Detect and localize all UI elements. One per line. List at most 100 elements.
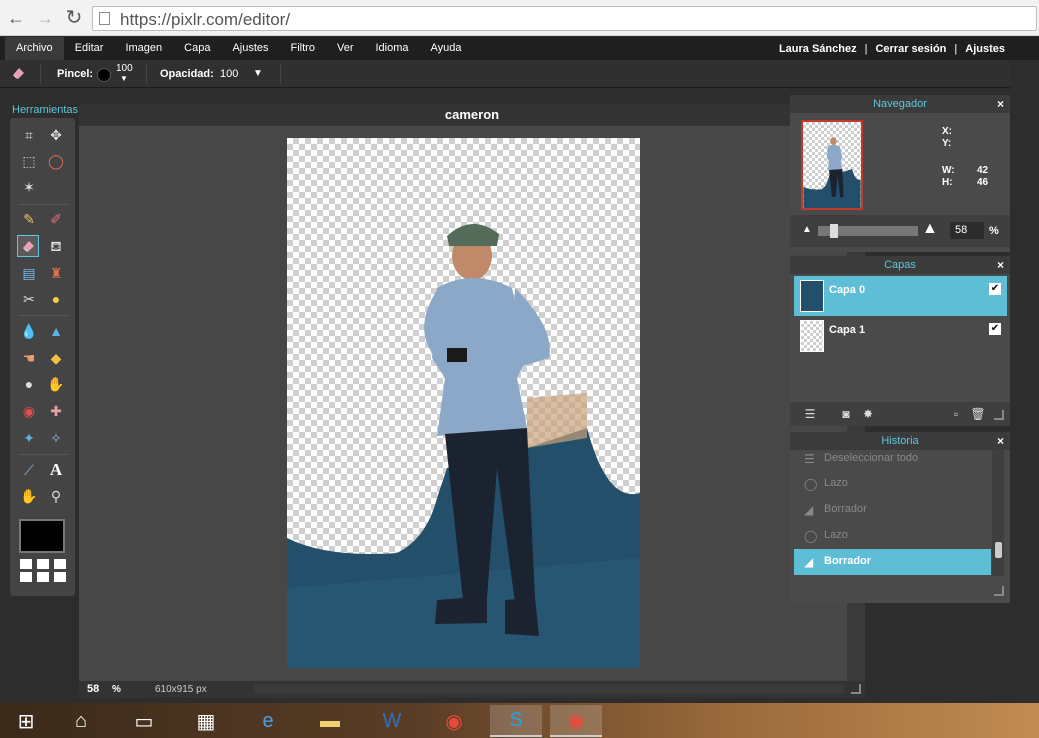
menu-item[interactable]: Ajustes	[221, 37, 279, 60]
pinch-icon[interactable]: ✧	[45, 427, 67, 449]
clone-stamp-icon[interactable]: ♜	[45, 262, 67, 284]
menu-item[interactable]: Ayuda	[420, 37, 473, 60]
control-panel-icon[interactable]: ▦	[180, 705, 232, 737]
layer-settings-icon[interactable]: ☰	[802, 406, 818, 422]
horizontal-scrollbar[interactable]	[254, 684, 844, 694]
sponge-icon[interactable]: ◆	[45, 347, 67, 369]
menu-item[interactable]: Archivo	[5, 37, 64, 60]
back-icon[interactable]: ←	[6, 8, 26, 28]
layer-visibility-checkbox[interactable]: ✔	[989, 283, 1001, 295]
bloat-icon[interactable]: ✦	[18, 427, 40, 449]
drawing-icon[interactable]: ●	[45, 288, 67, 310]
close-icon[interactable]: ×	[997, 256, 1004, 274]
scrollbar-thumb[interactable]	[995, 542, 1002, 558]
layer-mask-icon[interactable]: ◙	[838, 406, 854, 422]
word-icon[interactable]: W	[366, 705, 418, 737]
history-label: Lazo	[824, 529, 848, 541]
chrome-icon[interactable]: ◉	[550, 705, 602, 737]
zoom-level[interactable]: 58	[87, 683, 99, 695]
dodge-icon[interactable]: ●	[18, 373, 40, 395]
history-item[interactable]: ◯ Lazo	[794, 471, 991, 497]
brush-size-value[interactable]: 100	[116, 63, 133, 74]
menu-item[interactable]: Editar	[64, 37, 115, 60]
logout-link[interactable]: Cerrar sesión	[875, 43, 946, 55]
home-icon[interactable]: ⌂	[55, 705, 107, 737]
user-name[interactable]: Laura Sánchez	[779, 43, 857, 55]
canvas-window: cameron 58 % 610x915 px	[79, 104, 865, 698]
layer-visibility-checkbox[interactable]: ✔	[989, 323, 1001, 335]
history-item[interactable]: ◢ Borrador	[794, 497, 991, 523]
crop-icon[interactable]: ⌗	[18, 124, 40, 146]
forward-icon[interactable]: →	[35, 8, 55, 28]
close-icon[interactable]: ×	[997, 95, 1004, 113]
color-replace-icon[interactable]: ✂	[18, 288, 40, 310]
close-icon[interactable]: ×	[997, 432, 1004, 450]
page-icon	[99, 12, 110, 25]
layers-header: Capas ×	[790, 256, 1010, 274]
burn-icon[interactable]: ✋	[45, 373, 67, 395]
resize-handle-icon[interactable]	[994, 586, 1004, 596]
zoom-input[interactable]: 58	[950, 222, 984, 239]
internet-explorer-icon[interactable]: e	[242, 705, 294, 737]
smudge-icon[interactable]: ☚	[18, 347, 40, 369]
address-bar[interactable]: https://pixlr.com/editor/	[92, 6, 1037, 31]
app-menubar: Archivo Editar Imagen Capa Ajustes Filtro Ver I…	[0, 37, 1039, 60]
resize-handle-icon[interactable]	[851, 684, 861, 694]
zoom-out-icon[interactable]: ▲	[802, 224, 812, 235]
move-icon[interactable]: ✥	[45, 124, 67, 146]
history-item[interactable]: ◢ Borrador	[794, 549, 991, 575]
menu-item[interactable]: Filtro	[280, 37, 326, 60]
image-canvas[interactable]	[287, 138, 640, 668]
zoom-in-icon[interactable]: ▲	[922, 220, 938, 238]
lasso-icon[interactable]: ◯	[45, 150, 67, 172]
layer-row[interactable]: Capa 1 ✔	[794, 316, 1007, 356]
blur-icon[interactable]: 💧	[18, 320, 40, 342]
red-eye-icon[interactable]: ◉	[18, 400, 40, 422]
chevron-down-icon[interactable]: ▼	[120, 74, 128, 83]
menu-item[interactable]: Idioma	[364, 37, 419, 60]
history-item[interactable]: ◯ Lazo	[794, 523, 991, 549]
color-picker-icon[interactable]: ⟋	[18, 459, 40, 481]
new-layer-icon[interactable]: ▫	[948, 406, 964, 422]
zoom-icon[interactable]: ⚲	[45, 485, 67, 507]
layer-name: Capa 0	[829, 284, 866, 296]
type-icon[interactable]: A	[45, 459, 67, 481]
folder-icon[interactable]: ▬	[304, 705, 356, 737]
primary-color-swatch[interactable]	[19, 519, 65, 553]
windows-start-icon[interactable]: ⊞	[0, 705, 52, 737]
menu-separator: |	[954, 42, 958, 55]
history-item[interactable]: ☰ Deseleccionar todo	[794, 446, 991, 472]
resize-handle-icon[interactable]	[994, 410, 1004, 420]
monitor-icon[interactable]: ▭	[118, 705, 170, 737]
grid-icon[interactable]	[20, 559, 66, 585]
url-text[interactable]: https://pixlr.com/editor/	[120, 10, 290, 30]
layer-styles-icon[interactable]: ✸	[860, 406, 876, 422]
history-scrollbar[interactable]	[992, 450, 1004, 576]
gradient-icon[interactable]: ▤	[18, 262, 40, 284]
trash-icon[interactable]: 🗑	[970, 406, 986, 422]
magic-wand-icon[interactable]: ✶	[18, 176, 40, 198]
opacity-value[interactable]: 100	[220, 68, 238, 80]
spot-heal-icon[interactable]: ✚	[45, 400, 67, 422]
canvas-statusbar: 58 % 610x915 px	[79, 681, 865, 698]
chevron-down-icon[interactable]: ▼	[253, 68, 263, 79]
hand-icon[interactable]: ✋	[18, 485, 40, 507]
layer-row[interactable]: Capa 0 ✔	[794, 276, 1007, 316]
menu-item[interactable]: Ver	[326, 37, 365, 60]
chrome-icon[interactable]: ◉	[428, 705, 480, 737]
skype-icon[interactable]: S	[490, 705, 542, 737]
menu-item[interactable]: Imagen	[114, 37, 173, 60]
sharpen-icon[interactable]: ▲	[45, 320, 67, 342]
navigator-thumbnail[interactable]	[801, 120, 863, 210]
history-label: Borrador	[824, 503, 867, 515]
menu-item[interactable]: Capa	[173, 37, 221, 60]
reload-icon[interactable]: ↻	[64, 8, 84, 28]
paint-bucket-icon[interactable]: ⛾	[45, 235, 67, 257]
pencil-icon[interactable]: ✎	[18, 208, 40, 230]
brush-preview[interactable]	[97, 68, 111, 82]
eraser-tool[interactable]	[17, 235, 39, 257]
settings-link[interactable]: Ajustes	[965, 43, 1005, 55]
marquee-icon[interactable]: ⬚	[18, 150, 40, 172]
zoom-slider-handle[interactable]	[830, 224, 838, 238]
brush-icon[interactable]: ✐	[45, 208, 67, 230]
